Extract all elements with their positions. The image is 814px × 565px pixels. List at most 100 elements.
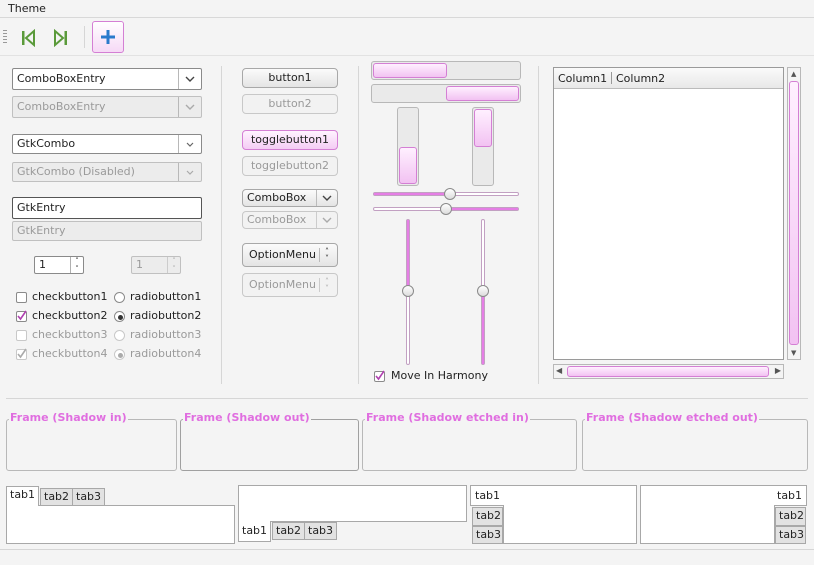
notebook-4-page: [640, 485, 775, 544]
chevron-up-icon[interactable]: ▲: [791, 70, 796, 78]
notebook-2-tab2[interactable]: tab2: [272, 522, 306, 540]
progressbar-h-2-fill: [446, 86, 519, 101]
statusbar-separator: [0, 549, 814, 550]
checkbutton-3-label: checkbutton3: [32, 328, 108, 341]
togglebutton-1[interactable]: togglebutton1: [242, 130, 338, 150]
progressbar-v-2-fill: [474, 109, 492, 147]
gtkcombo-2-disabled: GtkCombo (Disabled): [12, 162, 202, 182]
spinbutton-2-value: 1: [136, 258, 143, 271]
checkbutton-4-label: checkbutton4: [32, 347, 108, 360]
chevron-right-icon[interactable]: ▶: [775, 366, 781, 375]
goto-last-icon: [54, 29, 67, 47]
checkbutton-1[interactable]: [16, 292, 27, 303]
button-2-disabled: button2: [242, 94, 338, 114]
treeview-header: Column1 Column2: [554, 68, 783, 89]
hscale-2-knob[interactable]: [440, 203, 452, 215]
notebook-4-tab1[interactable]: tab1: [774, 485, 807, 506]
notebook-1-tab3[interactable]: tab3: [72, 488, 106, 506]
gtkcombo-1[interactable]: GtkCombo: [12, 134, 202, 154]
notebook-1-tab1[interactable]: tab1: [6, 486, 40, 506]
frame-shadow-out-title: Frame (Shadow out): [183, 411, 311, 424]
menubar: Theme: [0, 0, 814, 18]
menu-theme[interactable]: Theme: [8, 2, 46, 15]
move-in-harmony-label: Move In Harmony: [391, 369, 488, 382]
combobox-1-label: ComboBox: [247, 191, 307, 204]
frame-shadow-etched-in-title: Frame (Shadow etched in): [365, 411, 530, 424]
togglebutton-2-disabled: togglebutton2: [242, 156, 338, 176]
combobox-1[interactable]: ComboBox: [242, 189, 338, 207]
frame-shadow-in: [6, 419, 177, 471]
horizontal-scrollbar-thumb[interactable]: [567, 366, 769, 377]
vscale-1-knob[interactable]: [402, 285, 414, 297]
radiobutton-1[interactable]: [114, 292, 125, 303]
notebook-2-tab3[interactable]: tab3: [304, 522, 338, 540]
spinbutton-1[interactable]: 1 ˄ ˅: [34, 256, 84, 274]
spinbutton-1-value: 1: [39, 258, 46, 271]
button-1[interactable]: button1: [242, 68, 338, 88]
notebook-2-page: [238, 485, 467, 522]
combobox-2-label: ComboBox: [247, 213, 307, 226]
vscale-2-knob[interactable]: [477, 285, 489, 297]
spin-arrows-icon: ˄ ˅: [167, 257, 180, 273]
notebook-2-tab1[interactable]: tab1: [238, 521, 272, 542]
comboboxentry-1[interactable]: ComboBoxEntry: [12, 68, 202, 90]
optionmenu-1[interactable]: OptionMenu ˄ ˅: [242, 243, 338, 267]
chevron-down-icon: [316, 190, 337, 206]
goto-first-button[interactable]: [14, 23, 42, 53]
checkbutton-2[interactable]: [16, 310, 27, 322]
checkmark-icon: [17, 310, 27, 321]
progressbar-h-2: [371, 84, 521, 103]
radiobutton-2-label: radiobutton2: [130, 309, 202, 322]
chevron-down-icon[interactable]: [178, 135, 201, 153]
hscale-2-level: [447, 208, 518, 210]
checkmark-icon: [375, 370, 385, 381]
notebook-3-tab2[interactable]: tab2: [472, 507, 503, 526]
gtkentry-2-disabled: GtkEntry: [12, 221, 202, 241]
radiobutton-4-disabled: [114, 349, 125, 360]
radiobutton-3-label: radiobutton3: [130, 328, 202, 341]
vscale-2-level: [482, 292, 484, 364]
spin-arrows-icon[interactable]: ˄ ˅: [70, 257, 83, 273]
notebook-1-tab2[interactable]: tab2: [40, 488, 74, 506]
optionmenu-2-label: OptionMenu: [249, 278, 316, 291]
column1-header[interactable]: Column1: [558, 72, 607, 85]
goto-first-icon: [22, 29, 35, 47]
chevron-left-icon[interactable]: ◀: [556, 366, 562, 375]
chevron-down-icon[interactable]: ▼: [791, 349, 796, 357]
checkbutton-3-disabled: [16, 330, 27, 341]
optionmenu-2-disabled: OptionMenu ˄ ˅: [242, 273, 338, 297]
column2-header[interactable]: Column2: [616, 72, 665, 85]
notebook-4-tab2[interactable]: tab2: [775, 507, 806, 526]
toolbar-grip-icon[interactable]: [3, 30, 7, 44]
column-separator: [358, 66, 359, 384]
treeview[interactable]: Column1 Column2: [553, 67, 784, 360]
progressbar-h-1: [371, 61, 521, 80]
move-in-harmony-checkbox[interactable]: [374, 370, 385, 382]
checkmark-icon: [17, 348, 27, 359]
frame-shadow-etched-out-title: Frame (Shadow etched out): [585, 411, 759, 424]
frame-shadow-etched-in: [362, 419, 577, 471]
add-button[interactable]: [92, 21, 124, 53]
horizontal-scrollbar[interactable]: ◀ ▶: [553, 364, 784, 379]
hscale-1-knob[interactable]: [444, 188, 456, 200]
notebook-1-page: [6, 505, 235, 544]
frame-shadow-in-title: Frame (Shadow in): [9, 411, 128, 424]
notebook-3-page: [503, 485, 637, 544]
vertical-scrollbar[interactable]: ▲ ▼: [787, 67, 801, 360]
vscale-1-level: [407, 220, 409, 292]
notebook-3-tab1[interactable]: tab1: [470, 485, 504, 506]
updown-icon: ˄ ˅: [319, 278, 334, 293]
notebook-3-tab3[interactable]: tab3: [472, 526, 503, 544]
chevron-down-icon: [178, 163, 201, 181]
checkbutton-1-label: checkbutton1: [32, 290, 108, 303]
vertical-scrollbar-thumb[interactable]: [789, 81, 799, 345]
gtkentry-1[interactable]: GtkEntry: [12, 197, 202, 219]
goto-last-button[interactable]: [47, 23, 75, 53]
column-divider: [611, 72, 612, 84]
notebook-4-tab3[interactable]: tab3: [775, 526, 806, 544]
toolbar-separator: [84, 26, 85, 48]
frame-shadow-etched-out: [582, 419, 808, 471]
chevron-down-icon[interactable]: [178, 69, 201, 89]
chevron-down-icon: [316, 212, 337, 228]
radiobutton-2[interactable]: [114, 311, 125, 322]
